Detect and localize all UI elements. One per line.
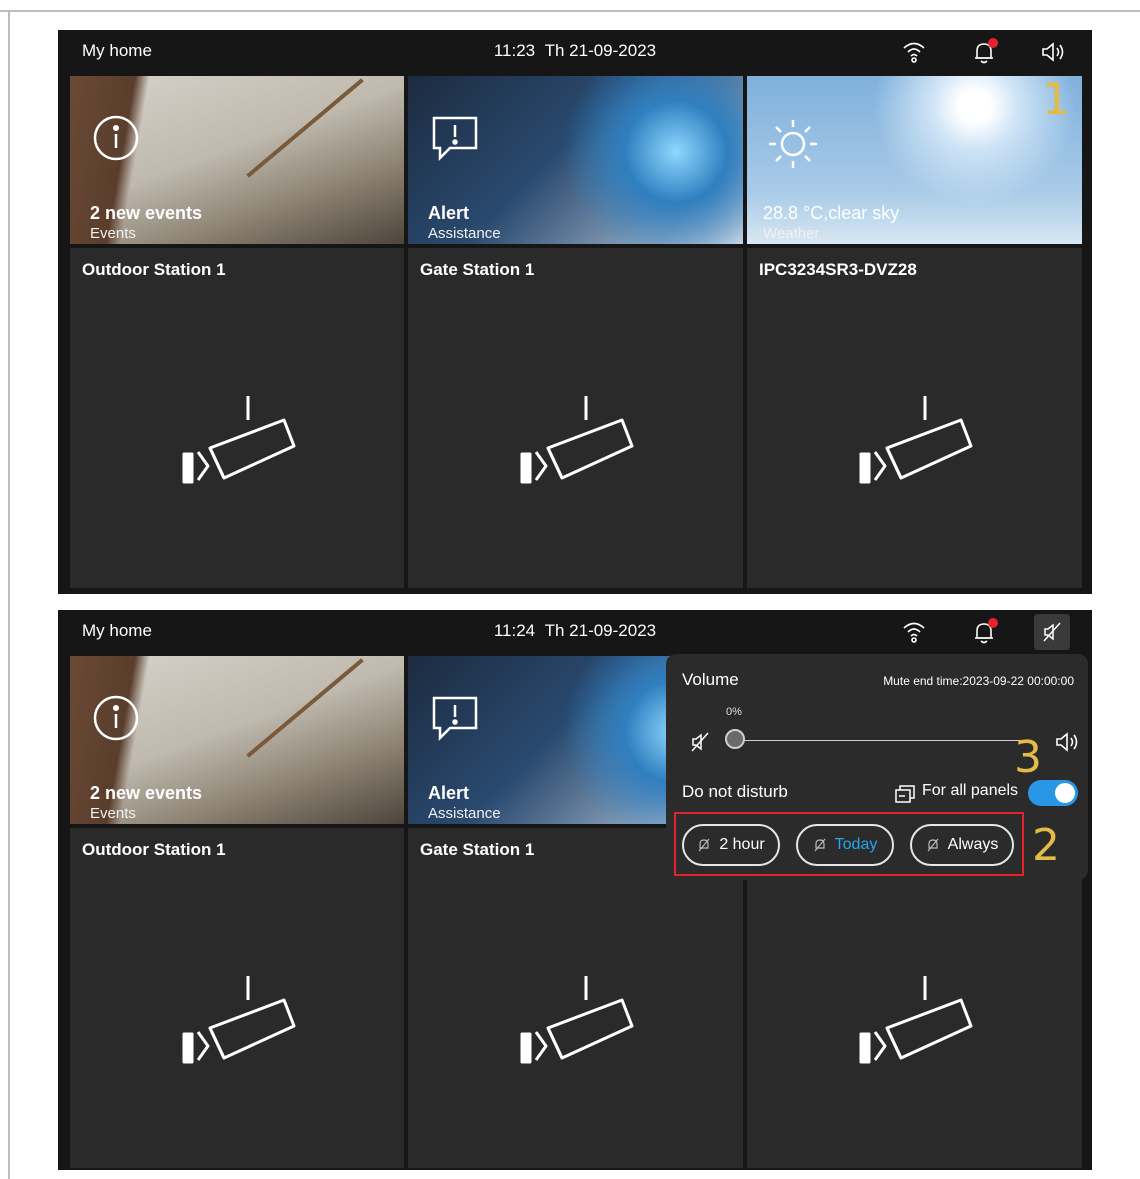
date: Th 21-09-2023 bbox=[544, 621, 657, 640]
camera-icon bbox=[180, 392, 300, 497]
camera-icon bbox=[518, 972, 638, 1077]
camera-tile-gate-station[interactable]: Gate Station 1 bbox=[408, 248, 743, 588]
panel-screen-1: My home 11:23 Th 21-09-2023 2 new events… bbox=[58, 30, 1092, 594]
pencil-image bbox=[246, 78, 364, 178]
volume-percent: 0% bbox=[726, 706, 742, 718]
weather-subtitle: Weather bbox=[763, 225, 820, 242]
wifi-icon[interactable] bbox=[900, 618, 928, 646]
camera-title: Outdoor Station 1 bbox=[82, 840, 226, 859]
events-tile[interactable]: 2 new events Events bbox=[70, 656, 404, 824]
dnd-always-button[interactable]: Always bbox=[910, 824, 1014, 866]
frame-border-top bbox=[0, 10, 1140, 12]
time: 11:23 bbox=[493, 41, 536, 60]
wifi-icon[interactable] bbox=[900, 38, 928, 66]
events-title: 2 new events bbox=[90, 203, 203, 223]
notification-dot bbox=[988, 38, 998, 48]
events-subtitle: Events bbox=[90, 805, 136, 822]
camera-title: Gate Station 1 bbox=[420, 840, 535, 859]
camera-tile-outdoor-station[interactable]: Outdoor Station 1 bbox=[70, 828, 404, 1168]
bell-icon[interactable] bbox=[970, 38, 998, 66]
info-icon bbox=[92, 694, 140, 747]
callout-number-3: 3 bbox=[1014, 732, 1042, 783]
events-tile[interactable]: 2 new events Events bbox=[70, 76, 404, 244]
events-subtitle: Events bbox=[90, 225, 136, 242]
info-icon bbox=[92, 114, 140, 167]
alert-title: Alert bbox=[428, 203, 470, 223]
dnd-button-label: 2 hour bbox=[719, 836, 765, 853]
dnd-today-button[interactable]: Today bbox=[796, 824, 894, 866]
alert-bubble-icon bbox=[430, 694, 480, 749]
dnd-2-hour-button[interactable]: 2 hour bbox=[682, 824, 780, 866]
weather-tile[interactable]: 28.8 °C,clear sky Weather bbox=[747, 76, 1082, 244]
panel-screen-2: My home 11:24 Th 21-09-2023 2 new events… bbox=[58, 610, 1092, 1170]
speaker-icon[interactable] bbox=[1052, 728, 1080, 761]
callout-number-1: 1 bbox=[1042, 74, 1070, 125]
bell-icon[interactable] bbox=[970, 618, 998, 646]
time: 11:24 bbox=[493, 621, 536, 640]
camera-icon bbox=[518, 392, 638, 497]
volume-slider-knob[interactable] bbox=[725, 729, 745, 749]
camera-icon bbox=[857, 392, 977, 497]
dnd-button-label: Always bbox=[947, 836, 999, 853]
alert-bubble-icon bbox=[430, 114, 480, 169]
camera-title: IPC3234SR3-DVZ28 bbox=[759, 260, 917, 279]
camera-icon bbox=[180, 972, 300, 1077]
for-all-panels-label: For all panels bbox=[922, 782, 1019, 799]
status-bar: My home 11:23 Th 21-09-2023 bbox=[58, 30, 1092, 74]
alert-subtitle: Assistance bbox=[428, 225, 501, 242]
muted-speaker-icon[interactable] bbox=[688, 730, 712, 759]
clock: 11:23 Th 21-09-2023 bbox=[58, 41, 1092, 61]
panels-icon bbox=[894, 784, 916, 811]
alert-tile[interactable]: Alert Assistance bbox=[408, 76, 743, 244]
for-all-panels-toggle[interactable] bbox=[1028, 780, 1078, 806]
muted-bell-icon bbox=[698, 838, 710, 852]
camera-tile-ipc[interactable]: IPC3234SR3-DVZ28 bbox=[747, 248, 1082, 588]
clock: 11:24 Th 21-09-2023 bbox=[58, 621, 1092, 641]
toggle-knob bbox=[1055, 783, 1075, 803]
dnd-duration-group: 2 hour Today Always bbox=[674, 812, 1024, 876]
volume-title: Volume bbox=[682, 670, 739, 689]
events-title: 2 new events bbox=[90, 783, 203, 803]
do-not-disturb-label: Do not disturb bbox=[682, 782, 788, 801]
mute-end-time: Mute end time:2023-09-22 00:00:00 bbox=[883, 674, 1074, 688]
muted-speaker-button[interactable] bbox=[1034, 614, 1070, 650]
camera-icon bbox=[857, 972, 977, 1077]
muted-bell-icon bbox=[927, 838, 939, 852]
frame-border-left bbox=[8, 10, 10, 1179]
callout-number-2: 2 bbox=[1032, 820, 1060, 871]
speaker-icon[interactable] bbox=[1038, 38, 1066, 66]
alert-title: Alert bbox=[428, 783, 470, 803]
weather-title: 28.8 °C,clear sky bbox=[763, 203, 900, 223]
pencil-image bbox=[246, 658, 364, 758]
muted-bell-icon bbox=[814, 838, 826, 852]
camera-title: Gate Station 1 bbox=[420, 260, 535, 279]
dnd-button-label: Today bbox=[834, 836, 878, 853]
camera-tile-outdoor-station[interactable]: Outdoor Station 1 bbox=[70, 248, 404, 588]
sun-icon bbox=[763, 114, 823, 179]
muted-speaker-icon bbox=[1043, 622, 1061, 642]
date: Th 21-09-2023 bbox=[544, 41, 657, 60]
volume-slider-track[interactable] bbox=[736, 740, 1026, 741]
status-bar: My home 11:24 Th 21-09-2023 bbox=[58, 610, 1092, 654]
notification-dot bbox=[988, 618, 998, 628]
camera-title: Outdoor Station 1 bbox=[82, 260, 226, 279]
alert-subtitle: Assistance bbox=[428, 805, 501, 822]
